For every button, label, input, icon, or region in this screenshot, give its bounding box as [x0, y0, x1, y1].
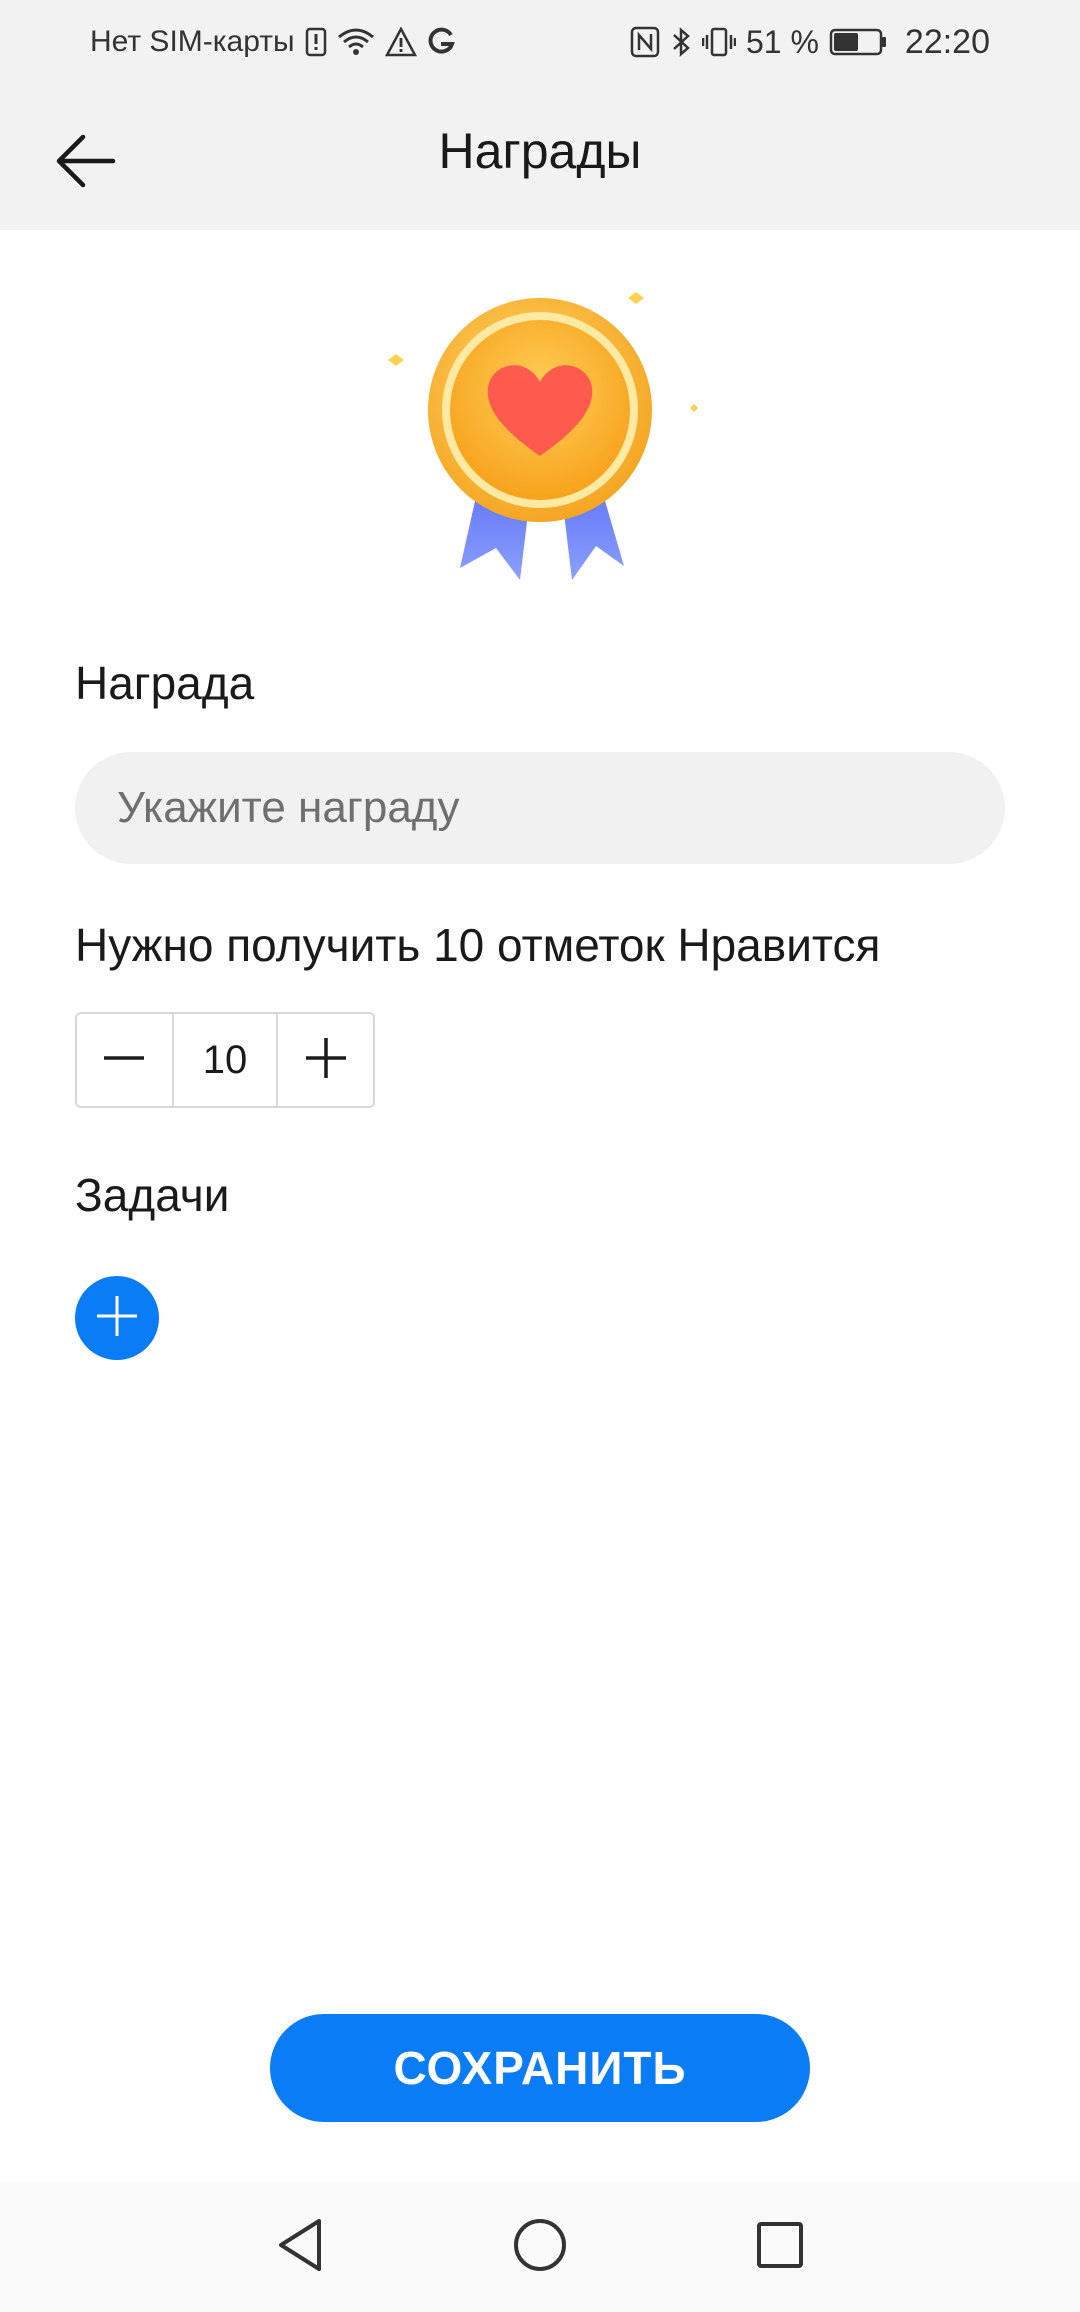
- bluetooth-icon: [670, 22, 692, 62]
- rewards-screen: Нет SIM-карты 51 % 22:20 Награды Награда…: [0, 0, 1080, 2312]
- circle-home-icon: [512, 2217, 568, 2278]
- increment-button[interactable]: [278, 1014, 373, 1106]
- nfc-icon: [630, 22, 660, 62]
- plus-icon: [95, 1294, 139, 1343]
- square-recent-icon: [755, 2220, 805, 2275]
- wifi-icon: [337, 22, 375, 62]
- status-bar: Нет SIM-карты 51 % 22:20: [0, 0, 1080, 84]
- nav-recent-button[interactable]: [745, 2212, 815, 2282]
- app-bar: Награды: [0, 84, 1080, 230]
- clock: 22:20: [904, 22, 990, 61]
- google-g-icon: [427, 22, 455, 62]
- warning-icon: [384, 22, 417, 62]
- tasks-label: Задачи: [75, 1169, 230, 1221]
- likes-required-label: Нужно получить 10 отметок Нравится: [75, 919, 881, 971]
- reward-input[interactable]: [75, 752, 1005, 864]
- plus-icon: [304, 1036, 348, 1085]
- triangle-back-icon: [275, 2217, 325, 2278]
- battery-icon: [829, 22, 887, 62]
- medal-icon: [360, 280, 720, 600]
- nav-home-button[interactable]: [505, 2212, 575, 2282]
- status-left: Нет SIM-карты: [90, 22, 455, 62]
- sim-alert-icon: [305, 22, 327, 62]
- carrier-text: Нет SIM-карты: [90, 25, 295, 58]
- save-button[interactable]: СОХРАНИТЬ: [270, 2014, 810, 2122]
- battery-percent: 51 %: [745, 23, 819, 60]
- decrement-button[interactable]: [77, 1014, 172, 1106]
- page-title: Награды: [438, 123, 642, 179]
- reward-label: Награда: [75, 657, 255, 709]
- vibrate-icon: [701, 22, 736, 62]
- add-task-button[interactable]: [75, 1276, 159, 1360]
- nav-back-button[interactable]: [265, 2212, 335, 2282]
- system-nav-bar: [0, 2182, 1080, 2312]
- minus-icon: [102, 1036, 146, 1085]
- likes-count-value[interactable]: 10: [171, 1014, 279, 1106]
- status-right: 51 % 22:20: [630, 22, 990, 62]
- likes-stepper: 10: [75, 1012, 375, 1108]
